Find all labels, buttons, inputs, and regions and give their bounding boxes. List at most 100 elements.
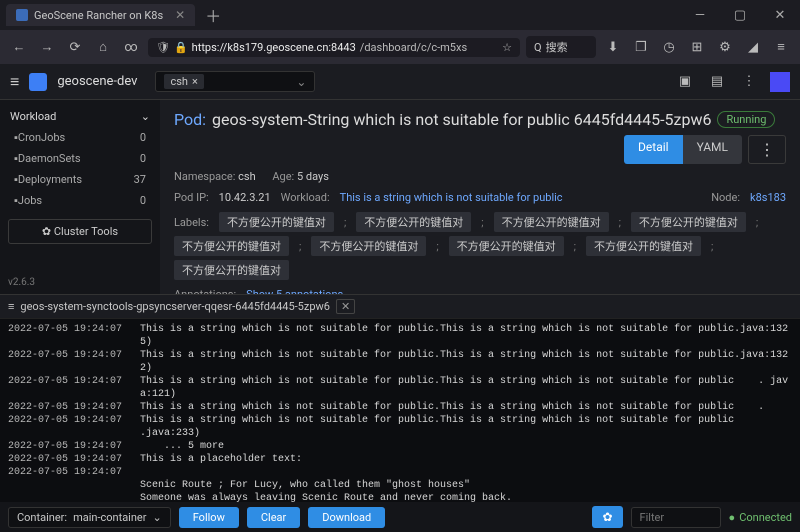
label-chip: 不方便公开的键值对	[449, 236, 564, 256]
content-area: Pod: geos-system-String which is not sui…	[160, 100, 800, 294]
version-label: v2.6.3	[8, 277, 152, 288]
age-label: Age:	[272, 170, 294, 183]
url-bar[interactable]: 🛡 🔒 https://k8s179.geoscene.cn:8443/dash…	[148, 38, 520, 57]
meta-row: Namespace: csh Age: 5 days	[174, 170, 786, 183]
separator: ;	[619, 216, 621, 229]
sidebar-item-jobs[interactable]: ▪ Jobs0	[8, 190, 152, 211]
win-close-icon[interactable]: ✕	[760, 8, 800, 23]
log-line: Scenic Route ; For Lucy, who called them…	[8, 479, 792, 492]
sidebar-item-count: 0	[140, 131, 146, 144]
user-avatar[interactable]	[770, 72, 790, 92]
shield-icon: 🛡	[156, 41, 170, 54]
label-chip: 不方便公开的键值对	[631, 212, 746, 232]
title-actions: Detail YAML ⋮	[624, 135, 786, 164]
history-icon[interactable]: ◷	[658, 40, 680, 55]
refresh-icon[interactable]: ⟳	[64, 40, 86, 55]
sound-icon[interactable]: ◢	[742, 40, 764, 55]
label-chip: 不方便公开的键值对	[219, 212, 334, 232]
forward-icon[interactable]: →	[36, 39, 58, 55]
log-message: ... 5 more	[140, 440, 224, 453]
status-badge: Running	[717, 111, 775, 128]
namespace-select[interactable]: csh × ⌄	[155, 71, 315, 92]
podip-label: Pod IP:	[174, 191, 209, 204]
log-line: 2022-07-05 19:24:07This is a string whic…	[8, 401, 792, 414]
labels-label: Labels:	[174, 216, 209, 229]
log-message: This is a string which is not suitable f…	[140, 375, 792, 401]
new-tab-button[interactable]: ＋	[205, 3, 221, 27]
annotations-row: Annotations: Show 5 annotations	[174, 288, 786, 294]
log-line: 2022-07-05 19:24:07This is a string whic…	[8, 414, 792, 440]
terminal-icon[interactable]: ▣	[674, 74, 696, 89]
container-select[interactable]: Container: main-container ⌄	[8, 507, 171, 528]
follow-button[interactable]: Follow	[179, 507, 239, 528]
log-tab-name: geos-system-synctools-gpsyncserver-qqesr…	[20, 300, 330, 313]
log-tab-icon: ≡	[8, 300, 14, 313]
log-tab[interactable]: ≡ geos-system-synctools-gpsyncserver-qqe…	[0, 295, 800, 319]
star-icon[interactable]: ☆	[502, 41, 512, 54]
win-max-icon[interactable]: ▢	[720, 8, 760, 23]
tab-title: GeoScene Rancher on K8s	[34, 9, 163, 22]
node-link[interactable]: k8s183	[750, 191, 786, 204]
download-icon[interactable]: ⬇	[602, 40, 624, 55]
log-timestamp: 2022-07-05 19:24:07	[8, 453, 140, 466]
log-tab-close-icon[interactable]: ✕	[336, 299, 355, 314]
settings-button[interactable]: ✿	[592, 506, 622, 528]
resource-kind: Pod:	[174, 110, 206, 129]
log-line: 2022-07-05 19:24:07	[8, 466, 792, 479]
labels-row: Labels: 不方便公开的键值对; 不方便公开的键值对; 不方便公开的键值对; 不方…	[174, 212, 786, 280]
log-message: This is a placeholder text:	[140, 453, 302, 466]
url-path: /dashboard/c/c-m5xs	[360, 41, 467, 54]
hamburger-icon[interactable]: ≡	[10, 72, 19, 92]
sidebar-item-label: Deployments	[18, 173, 82, 186]
filter-header-icon[interactable]: ▤	[706, 74, 728, 89]
cluster-tools-label: Cluster Tools	[54, 225, 118, 238]
log-output[interactable]: 2022-07-05 19:24:07This is a string whic…	[0, 319, 800, 502]
extension-icon[interactable]: ❐	[630, 40, 652, 55]
search-box[interactable]: Q 搜索	[526, 36, 596, 58]
detail-button[interactable]: Detail	[624, 135, 683, 164]
namespace-chip[interactable]: csh ×	[164, 74, 203, 89]
label-chip: 不方便公开的键值对	[311, 236, 426, 256]
sidebar-section-workload[interactable]: Workload⌄	[8, 106, 152, 127]
chip-remove-icon[interactable]: ×	[192, 75, 198, 88]
separator: ;	[711, 240, 713, 253]
back-icon[interactable]: ←	[8, 39, 30, 55]
kebab-icon[interactable]: ⋮	[738, 74, 760, 89]
connection-status: ● Connected	[729, 511, 792, 524]
filter-input[interactable]: Filter	[631, 507, 721, 528]
log-timestamp: 2022-07-05 19:24:07	[8, 414, 140, 440]
sidebar-item-cronjobs[interactable]: ▪ CronJobs0	[8, 127, 152, 148]
download-button[interactable]: Download	[308, 507, 385, 528]
resource-name: geos-system-String which is not suitable…	[212, 110, 711, 129]
chevron-down-icon: ⌄	[141, 110, 150, 123]
cluster-tools-button[interactable]: ✿ Cluster Tools	[8, 219, 152, 244]
actions-menu-button[interactable]: ⋮	[748, 135, 786, 164]
tab-close-icon[interactable]: ✕	[175, 8, 185, 22]
ns-value: csh	[238, 170, 256, 183]
sidebar-item-deployments[interactable]: ▪ Deployments37	[8, 169, 152, 190]
clear-button[interactable]: Clear	[247, 507, 300, 528]
home-icon[interactable]: ⌂	[92, 39, 114, 55]
workload-link[interactable]: This is a string which is not suitable f…	[340, 191, 563, 204]
log-timestamp: 2022-07-05 19:24:07	[8, 375, 140, 401]
infinity-icon[interactable]: ∞	[120, 40, 142, 55]
cluster-name[interactable]: geoscene-dev	[57, 74, 137, 89]
browser-tab[interactable]: GeoScene Rancher on K8s ✕	[6, 4, 195, 26]
chevron-down-icon: ⌄	[296, 75, 306, 89]
sidebar-item-daemonsets[interactable]: ▪ DaemonSets0	[8, 148, 152, 169]
log-timestamp: 2022-07-05 19:24:07	[8, 440, 140, 453]
win-min-icon[interactable]: ―	[680, 8, 720, 23]
separator: ;	[481, 216, 483, 229]
annotations-link[interactable]: Show 5 annotations	[246, 288, 343, 294]
plugin-icon[interactable]: ⊞	[686, 40, 708, 55]
log-message: This is a string which is not suitable f…	[140, 414, 792, 440]
menu-icon[interactable]: ≡	[770, 39, 792, 55]
search-placeholder: 搜索	[546, 39, 568, 55]
search-icon: Q	[534, 41, 542, 54]
chevron-down-icon: ⌄	[153, 511, 162, 524]
connection-label: Connected	[739, 511, 792, 524]
tools-icon[interactable]: ⚙	[714, 40, 736, 55]
log-message: This is a string which is not suitable f…	[140, 323, 792, 349]
pod-title: Pod: geos-system-String which is not sui…	[174, 110, 786, 164]
yaml-button[interactable]: YAML	[683, 135, 742, 164]
